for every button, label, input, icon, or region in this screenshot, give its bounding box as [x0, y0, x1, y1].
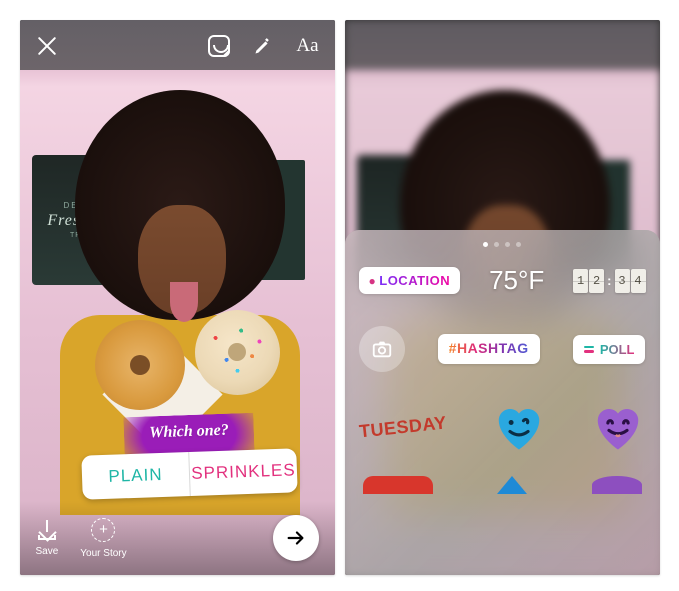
poll-option-b[interactable]: SPRINKLES — [189, 448, 297, 496]
tray-row-2: #HASHTAG POLL — [359, 326, 646, 372]
clock-digit-4: 4 — [631, 269, 646, 293]
download-icon — [37, 520, 57, 540]
donut-sprinkles — [195, 310, 280, 395]
location-sticker[interactable]: ● LOCATION — [359, 267, 461, 294]
sticker-partial-2[interactable] — [497, 476, 527, 494]
your-story-button[interactable]: + Your Story — [80, 518, 126, 559]
your-story-label: Your Story — [80, 548, 126, 559]
tray-row-3: TUESDAY — [359, 402, 646, 452]
poll-lines-icon — [584, 346, 594, 353]
sticker-tray[interactable]: ● LOCATION 75°F 1 2 : 3 4 #HASHTAG — [345, 230, 660, 575]
temperature-sticker[interactable]: 75°F — [489, 265, 544, 296]
clock-digit-3: 3 — [615, 269, 630, 293]
save-button[interactable]: Save — [36, 520, 59, 557]
text-tool-icon[interactable]: Aa — [296, 35, 318, 57]
pager-dot-1[interactable] — [483, 242, 488, 247]
poll-pill-label: POLL — [600, 342, 635, 357]
close-icon[interactable] — [36, 35, 58, 57]
arrow-right-icon — [285, 527, 307, 549]
location-label: LOCATION — [379, 273, 450, 288]
sticker-icon[interactable] — [208, 35, 230, 57]
editor-tools: Aa — [208, 35, 318, 57]
pager-dot-4[interactable] — [516, 242, 521, 247]
tray-row-4 — [359, 476, 646, 494]
sticker-tray-screen: ● LOCATION 75°F 1 2 : 3 4 #HASHTAG — [345, 20, 660, 575]
clock-digit-2: 2 — [589, 269, 604, 293]
pager-dot-2[interactable] — [494, 242, 499, 247]
heart-blue-sticker[interactable] — [492, 402, 546, 452]
selfie-sticker[interactable] — [359, 326, 405, 372]
add-story-icon: + — [91, 518, 115, 542]
person-tongue — [170, 282, 198, 322]
tray-pager[interactable] — [359, 242, 646, 247]
hashtag-sticker[interactable]: #HASHTAG — [438, 334, 540, 364]
editor-top-bar: Aa — [20, 20, 335, 72]
pin-icon: ● — [369, 274, 377, 288]
draw-icon[interactable] — [252, 35, 274, 57]
day-sticker[interactable]: TUESDAY — [358, 412, 448, 442]
donut-plain — [95, 320, 185, 410]
pager-dot-3[interactable] — [505, 242, 510, 247]
clock-colon: : — [605, 273, 613, 288]
camera-icon — [371, 338, 393, 360]
tray-row-1: ● LOCATION 75°F 1 2 : 3 4 — [359, 265, 646, 296]
poll-option-a[interactable]: PLAIN — [81, 452, 189, 500]
clock-digit-1: 1 — [573, 269, 588, 293]
send-button[interactable] — [273, 515, 319, 561]
story-editor-screen: DELICIO Fresh Pies TREATS Aa Which one? … — [20, 20, 335, 575]
time-sticker[interactable]: 1 2 : 3 4 — [573, 269, 645, 293]
editor-bottom-bar: Save + Your Story — [20, 501, 335, 575]
sticker-partial-3[interactable] — [592, 476, 642, 494]
hashtag-label: #HASHTAG — [449, 340, 529, 356]
heart-purple-sticker[interactable] — [591, 402, 645, 452]
poll-sticker-button[interactable]: POLL — [573, 335, 646, 364]
poll-sticker[interactable]: PLAIN SPRINKLES — [81, 448, 297, 499]
save-label: Save — [36, 546, 59, 557]
sticker-partial-1[interactable] — [363, 476, 433, 494]
